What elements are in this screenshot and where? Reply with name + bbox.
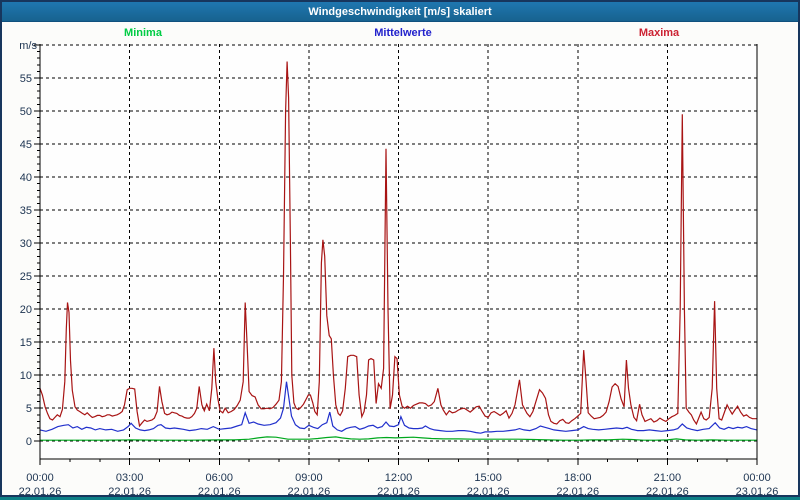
y-axis-unit-label: m/s [19, 40, 37, 52]
x-tick-time-label: 12:00 [385, 472, 413, 484]
x-tick-date-label: 22.01.26 [377, 486, 420, 498]
y-tick-label: 5 [26, 403, 32, 415]
y-tick-label: 15 [20, 337, 32, 349]
y-tick-label: 0 [26, 436, 32, 448]
x-tick-date-label: 22.01.26 [646, 486, 689, 498]
x-tick-date-label: 22.01.26 [467, 486, 510, 498]
x-tick-date-label: 22.01.26 [556, 486, 599, 498]
x-tick-time-label: 00:00 [743, 472, 771, 484]
y-tick-label: 40 [20, 172, 32, 184]
x-tick-time-label: 18:00 [564, 472, 592, 484]
x-tick-time-label: 21:00 [654, 472, 682, 484]
y-tick-label: 55 [20, 73, 32, 85]
x-tick-time-label: 09:00 [295, 472, 323, 484]
x-tick-time-label: 00:00 [26, 472, 54, 484]
x-tick-time-label: 06:00 [205, 472, 233, 484]
y-tick-label: 20 [20, 304, 32, 316]
x-tick-date-label: 22.01.26 [287, 486, 330, 498]
x-tick-date-label: 22.01.26 [108, 486, 151, 498]
y-tick-label: 50 [20, 106, 32, 118]
y-tick-label: 10 [20, 370, 32, 382]
x-tick-time-label: 03:00 [116, 472, 144, 484]
x-tick-time-label: 15:00 [474, 472, 502, 484]
y-tick-label: 35 [20, 205, 32, 217]
wind-speed-chart[interactable]: m/s 0 5 10 15 20 25 30 35 40 45 50 55 00:00 22.01.26 03… [0, 0, 800, 500]
x-tick-date-label: 22.01.26 [198, 486, 241, 498]
y-tick-label: 45 [20, 139, 32, 151]
x-tick-date-label: 22.01.26 [19, 486, 62, 498]
x-tick-date-label: 23.01.26 [736, 486, 779, 498]
y-tick-label: 25 [20, 271, 32, 283]
y-tick-label: 30 [20, 238, 32, 250]
